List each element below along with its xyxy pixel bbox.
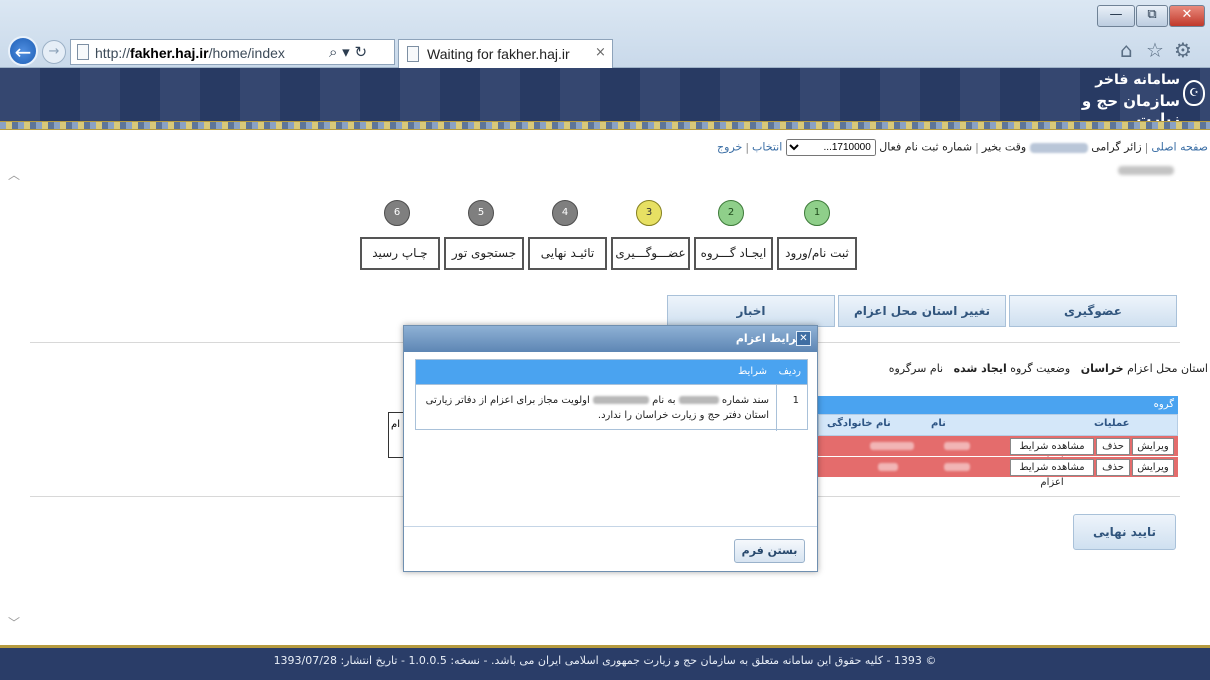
delete-button[interactable]: حذف	[1096, 438, 1130, 455]
footer-text: © 1393 - کلیه حقوق این سامانه متعلق به س…	[273, 654, 937, 667]
group-table-columns: عملیات نام نام خانوادگی	[818, 414, 1178, 436]
scroll-up-icon[interactable]: ︿	[8, 166, 20, 183]
decorative-strip	[0, 121, 1210, 130]
conditions-table: ردیف شرایط 1 سند شماره به نام اولویت مجا…	[415, 359, 808, 431]
step-2-label[interactable]: ایجـاد گـــروه	[694, 237, 773, 270]
tab-close-icon[interactable]: ×	[595, 45, 606, 60]
final-confirm-button[interactable]: تایید نهایی	[1073, 514, 1176, 550]
step-2-circle: 2	[718, 200, 744, 226]
gear-icon[interactable]: ⚙	[1174, 38, 1192, 62]
step-5-circle: 5	[468, 200, 494, 226]
greeting-suffix: وقت بخیر	[981, 140, 1027, 154]
edit-button[interactable]: ویرایش	[1132, 438, 1174, 455]
name-redacted	[944, 442, 970, 450]
column-name: نام	[931, 418, 946, 429]
tab-membership[interactable]: عضوگیری	[1009, 295, 1177, 327]
browser-tab[interactable]: Waiting for fakher.haj.ir ×	[398, 39, 613, 68]
step-1-label[interactable]: ثبت نام/ورود	[777, 237, 857, 270]
select-link[interactable]: انتخاب	[752, 141, 782, 154]
document-number-redacted	[678, 396, 719, 404]
dialog-footer-divider	[404, 526, 817, 527]
step-3-label[interactable]: عضـــوگـــیری	[611, 237, 690, 270]
table-row: ویرایش حذف مشاهده شرایط اعزام	[818, 436, 1178, 467]
back-icon[interactable]: ←	[8, 36, 38, 66]
greeting-prefix: زائر گرامی	[1091, 140, 1142, 154]
person-name-redacted	[592, 396, 649, 404]
column-row-number: ردیف	[778, 366, 801, 377]
url-text: http://fakher.haj.ir/home/index	[95, 45, 285, 61]
delete-button[interactable]: حذف	[1096, 459, 1130, 476]
table-row: 1 سند شماره به نام اولویت مجاز برای اعزا…	[416, 384, 807, 431]
dialog-header: شرایط اعزام ✕	[404, 326, 817, 352]
close-form-button[interactable]: بستن فرم	[734, 539, 805, 563]
step-5-label[interactable]: جستجوی تور	[444, 237, 524, 270]
step-6-circle: 6	[384, 200, 410, 226]
logo-icon: ☪	[1183, 80, 1205, 106]
page-icon	[77, 44, 89, 60]
browser-chrome: — ⧉ ✕ ← → http://fakher.haj.ir/home/inde…	[0, 0, 1210, 68]
family-redacted	[870, 442, 914, 450]
step-4-circle: 4	[552, 200, 578, 226]
close-window-button[interactable]: ✕	[1169, 5, 1205, 27]
cell-divider	[776, 385, 777, 431]
view-conditions-button[interactable]: مشاهده شرایط اعزام	[1010, 459, 1094, 488]
forward-icon[interactable]: →	[42, 40, 66, 64]
registration-select[interactable]: 1710000...	[785, 139, 876, 156]
tab-news[interactable]: اخبار	[667, 295, 835, 327]
scroll-down-icon[interactable]: ﹀	[8, 614, 20, 631]
step-3-circle: 3	[636, 200, 662, 226]
name-redacted	[944, 463, 970, 471]
address-bar[interactable]: http://fakher.haj.ir/home/index ⌕ ▾ ↻	[70, 39, 395, 65]
dispatch-conditions-dialog: شرایط اعزام ✕ ردیف شرایط 1 سند شماره به …	[403, 325, 818, 572]
edit-button[interactable]: ویرایش	[1132, 459, 1174, 476]
tab-title: Waiting for fakher.haj.ir	[427, 46, 570, 62]
conditions-table-header: ردیف شرایط	[416, 360, 807, 384]
minimize-button[interactable]: —	[1097, 5, 1135, 27]
tab-change-province[interactable]: تغییر استان محل اعزام	[838, 295, 1006, 327]
table-row: ویرایش حذف مشاهده شرایط اعزام	[818, 457, 1178, 488]
group-table-header: گروه	[818, 396, 1178, 414]
step-4-label[interactable]: تائیـد نهایی	[528, 237, 607, 270]
search-refresh-icons[interactable]: ⌕ ▾ ↻	[329, 43, 367, 61]
tab-page-icon	[407, 46, 419, 62]
close-icon[interactable]: ✕	[796, 331, 811, 346]
banner-title: سامانه فاخر	[1095, 72, 1180, 88]
logout-link[interactable]: خروج	[717, 141, 742, 154]
active-registration-label: شماره ثبت نام فعال	[879, 140, 973, 154]
user-name-redacted	[1029, 142, 1088, 153]
favorites-star-icon[interactable]: ☆	[1146, 38, 1164, 62]
step-1-circle: 1	[804, 200, 830, 226]
condition-text: سند شماره به نام اولویت مجاز برای اعزام …	[425, 395, 769, 421]
row-number: 1	[792, 395, 799, 406]
home-link[interactable]: صفحه اصلی	[1151, 141, 1208, 154]
top-navigation: صفحه اصلی|زائر گرامی وقت بخیر|شماره ثبت …	[678, 139, 1208, 156]
step-6-label[interactable]: چـاپ رسید	[360, 237, 440, 270]
view-conditions-button[interactable]: مشاهده شرایط اعزام	[1010, 438, 1094, 467]
column-family: نام خانوادگی	[827, 418, 891, 429]
site-banner	[0, 68, 1210, 121]
group-info-line: استان محل اعزام خراسان وضعیت گروه ایجاد …	[888, 362, 1208, 375]
column-condition: شرایط	[738, 366, 767, 377]
column-operations: عملیات	[1094, 418, 1130, 429]
user-id-redacted	[1118, 166, 1174, 175]
home-icon[interactable]: ⌂	[1120, 38, 1133, 62]
restore-button[interactable]: ⧉	[1136, 5, 1168, 27]
family-redacted	[878, 463, 898, 471]
